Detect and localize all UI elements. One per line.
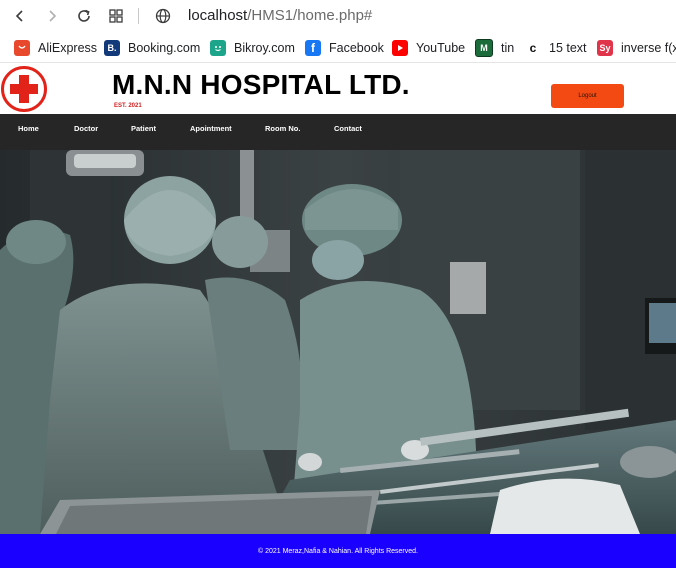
symbolab-icon: Sy: [597, 40, 613, 56]
bookmarks-bar: AliExpress B. Booking.com Bikroy.com f F…: [0, 34, 676, 63]
site-header: M.N.N HOSPITAL LTD. EST. 2021 Logout: [0, 63, 676, 115]
bookmark-tin[interactable]: M tin: [475, 39, 514, 57]
bookmark-facebook[interactable]: f Facebook: [305, 39, 384, 57]
site-title: M.N.N HOSPITAL LTD.: [112, 69, 410, 100]
red-cross-logo-icon: [1, 66, 47, 112]
logout-button[interactable]: Logout: [551, 84, 624, 108]
bookmark-label: Facebook: [329, 41, 384, 55]
nav-doctor[interactable]: Doctor: [74, 114, 98, 150]
bookmark-label: inverse f(x): [621, 41, 676, 55]
toolbar-divider: [138, 8, 139, 24]
bookmark-booking[interactable]: B. Booking.com: [104, 39, 200, 57]
copyright-text: © 2021 Meraz,Nafia & Nahian. All Rights …: [257, 547, 418, 555]
tin-icon: M: [475, 39, 493, 57]
bookmark-bikroy[interactable]: Bikroy.com: [210, 39, 295, 57]
aliexpress-icon: [14, 40, 30, 56]
bookmark-youtube[interactable]: YouTube: [392, 39, 465, 57]
url-host: localhost: [188, 7, 248, 24]
bookmark-label: YouTube: [416, 41, 466, 55]
nav-home[interactable]: Home: [18, 114, 39, 150]
nav-contact[interactable]: Contact: [334, 114, 362, 150]
youtube-icon: [392, 40, 408, 56]
main-nav: Home Doctor Patient Apointment Room No. …: [0, 114, 676, 150]
back-icon[interactable]: [9, 5, 31, 27]
web-page: M.N.N HOSPITAL LTD. EST. 2021 Logout Hom…: [0, 63, 676, 568]
hero-image-surgery: [0, 150, 676, 534]
url-path: /HMS1/home.php#: [247, 7, 373, 24]
bookmark-label: Bikroy.com: [234, 41, 295, 55]
facebook-icon: f: [305, 40, 321, 56]
bookmark-label: 15 text: [549, 41, 587, 55]
bookmark-aliexpress[interactable]: AliExpress: [14, 39, 97, 57]
bookmark-label: Booking.com: [128, 41, 201, 55]
nav-apointment[interactable]: Apointment: [190, 114, 232, 150]
address-bar[interactable]: localhost/HMS1/home.php#: [188, 6, 372, 26]
nav-room-no[interactable]: Room No.: [265, 114, 300, 150]
tab-grid-icon[interactable]: [105, 5, 127, 27]
nav-patient[interactable]: Patient: [131, 114, 156, 150]
site-footer: © 2021 Meraz,Nafia & Nahian. All Rights …: [0, 534, 676, 568]
forward-icon[interactable]: [41, 5, 63, 27]
established-label: EST. 2021: [114, 103, 142, 109]
bookmark-label: AliExpress: [38, 41, 98, 55]
reload-icon[interactable]: [73, 5, 95, 27]
bikroy-icon: [210, 40, 226, 56]
text-c-icon: c: [525, 40, 541, 56]
browser-toolbar: localhost/HMS1/home.php#: [0, 0, 676, 32]
bookmark-inverse[interactable]: Sy inverse f(x): [597, 39, 676, 57]
globe-icon[interactable]: [152, 5, 174, 27]
booking-icon: B.: [104, 40, 120, 56]
bookmark-15-text[interactable]: c 15 text: [525, 39, 587, 57]
bookmark-label: tin: [501, 41, 515, 55]
